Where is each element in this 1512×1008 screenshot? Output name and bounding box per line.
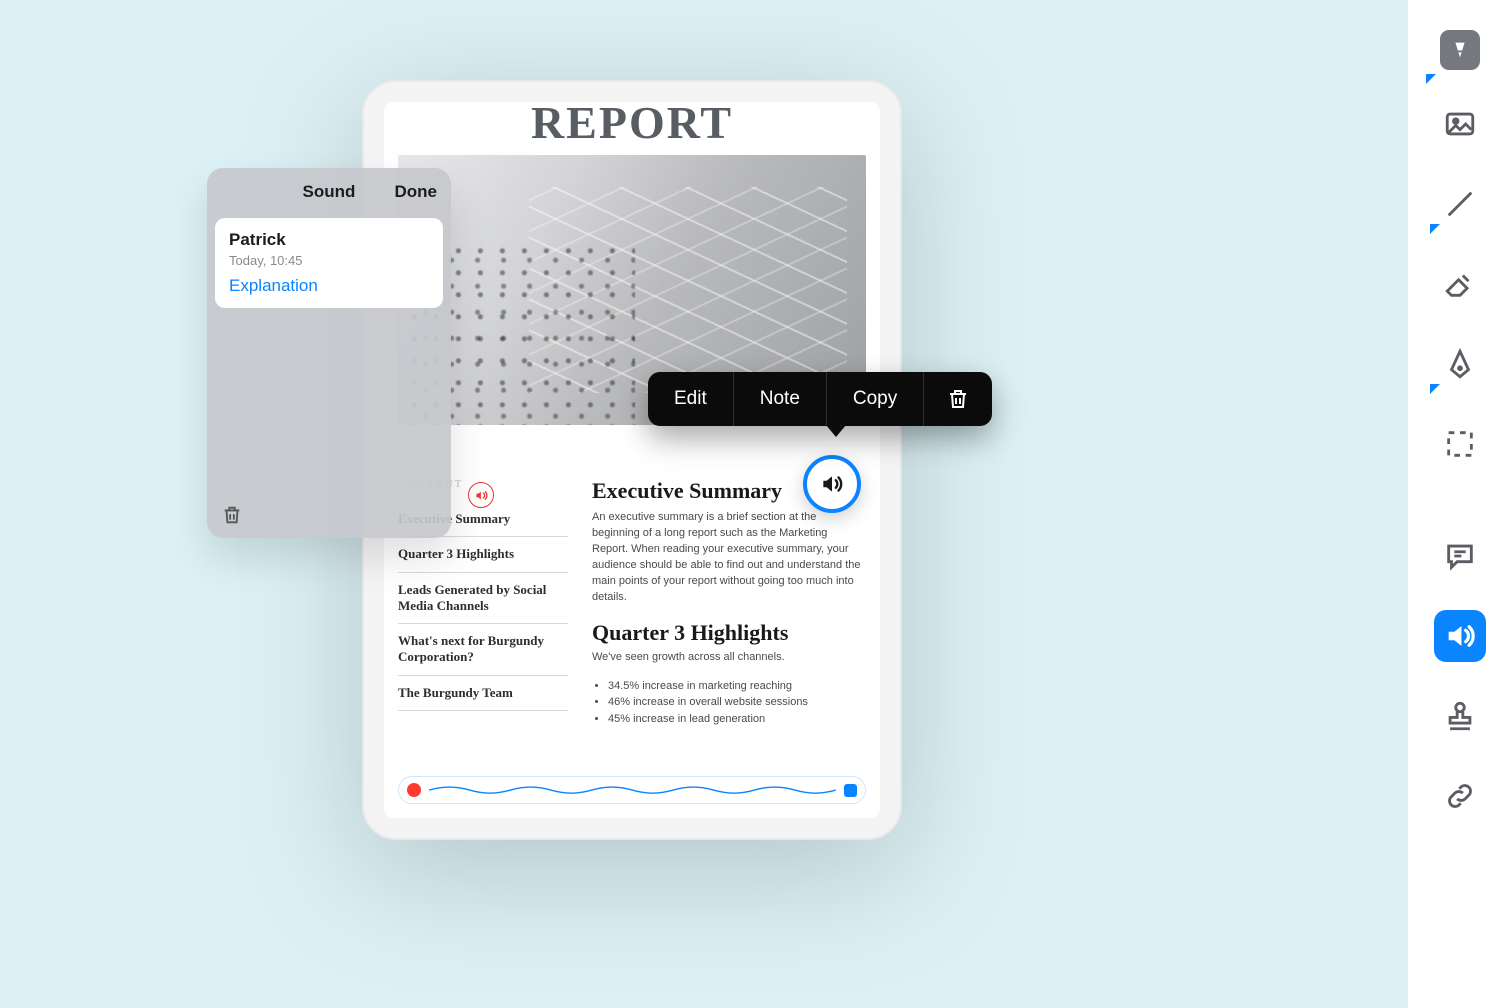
sound-note-card[interactable]: Patrick Today, 10:45 Explanation (215, 218, 443, 308)
delete-button[interactable] (924, 372, 992, 426)
image-tool-icon[interactable] (1434, 98, 1486, 150)
list-item: 45% increase in lead generation (608, 711, 866, 728)
note-button[interactable]: Note (734, 372, 827, 426)
pen-tool-icon[interactable] (1434, 338, 1486, 390)
popover-title: Sound (303, 182, 356, 202)
popover-trash-button[interactable] (221, 504, 243, 526)
selected-sound-annotation[interactable] (803, 455, 861, 513)
eraser-tool-icon[interactable] (1434, 258, 1486, 310)
sound-tool-icon[interactable] (1434, 610, 1486, 662)
section-intro: We've seen growth across all channels. (592, 650, 866, 666)
link-tool-icon[interactable] (1434, 770, 1486, 822)
waveform (429, 783, 836, 797)
done-button[interactable]: Done (395, 168, 438, 216)
toc-item[interactable]: Leads Generated by Social Media Channels (398, 573, 568, 625)
toc-item[interactable]: The Burgundy Team (398, 676, 568, 711)
section-paragraph: An executive summary is a brief section … (592, 510, 866, 606)
note-author: Patrick (229, 230, 429, 250)
list-item: 46% increase in overall website sessions (608, 694, 866, 711)
stop-button-icon[interactable] (844, 784, 857, 797)
trash-icon (221, 504, 243, 526)
document-screen: REPORT CONTENT Executive Summary Quarter… (384, 102, 880, 818)
list-item: 34.5% increase in marketing reaching (608, 678, 866, 695)
speaker-icon (812, 464, 852, 504)
record-button-icon[interactable] (407, 783, 421, 797)
annotation-toolbar (1408, 0, 1512, 1008)
document-title: REPORT (384, 102, 880, 149)
trash-icon (946, 387, 970, 411)
annotation-context-menu: Edit Note Copy (648, 372, 992, 426)
selection-tool-icon[interactable] (1434, 418, 1486, 470)
toc-item[interactable]: What's next for Burgundy Corporation? (398, 624, 568, 676)
stamp-tool-icon[interactable] (1434, 690, 1486, 742)
menu-tail (826, 425, 846, 437)
bullet-list: 34.5% increase in marketing reaching 46%… (608, 678, 866, 728)
article-body: Executive Summary An executive summary i… (592, 478, 866, 758)
toc-item[interactable]: Quarter 3 Highlights (398, 537, 568, 572)
note-link[interactable]: Explanation (229, 276, 429, 296)
note-timestamp: Today, 10:45 (229, 253, 429, 268)
section-heading: Quarter 3 Highlights (592, 620, 866, 646)
text-tool-icon[interactable] (1440, 30, 1480, 70)
copy-button[interactable]: Copy (827, 372, 924, 426)
audio-recorder-strip (398, 776, 866, 804)
line-tool-icon[interactable] (1434, 178, 1486, 230)
comment-tool-icon[interactable] (1434, 530, 1486, 582)
edit-button[interactable]: Edit (648, 372, 734, 426)
sound-popover: Sound Done Patrick Today, 10:45 Explanat… (207, 168, 451, 538)
